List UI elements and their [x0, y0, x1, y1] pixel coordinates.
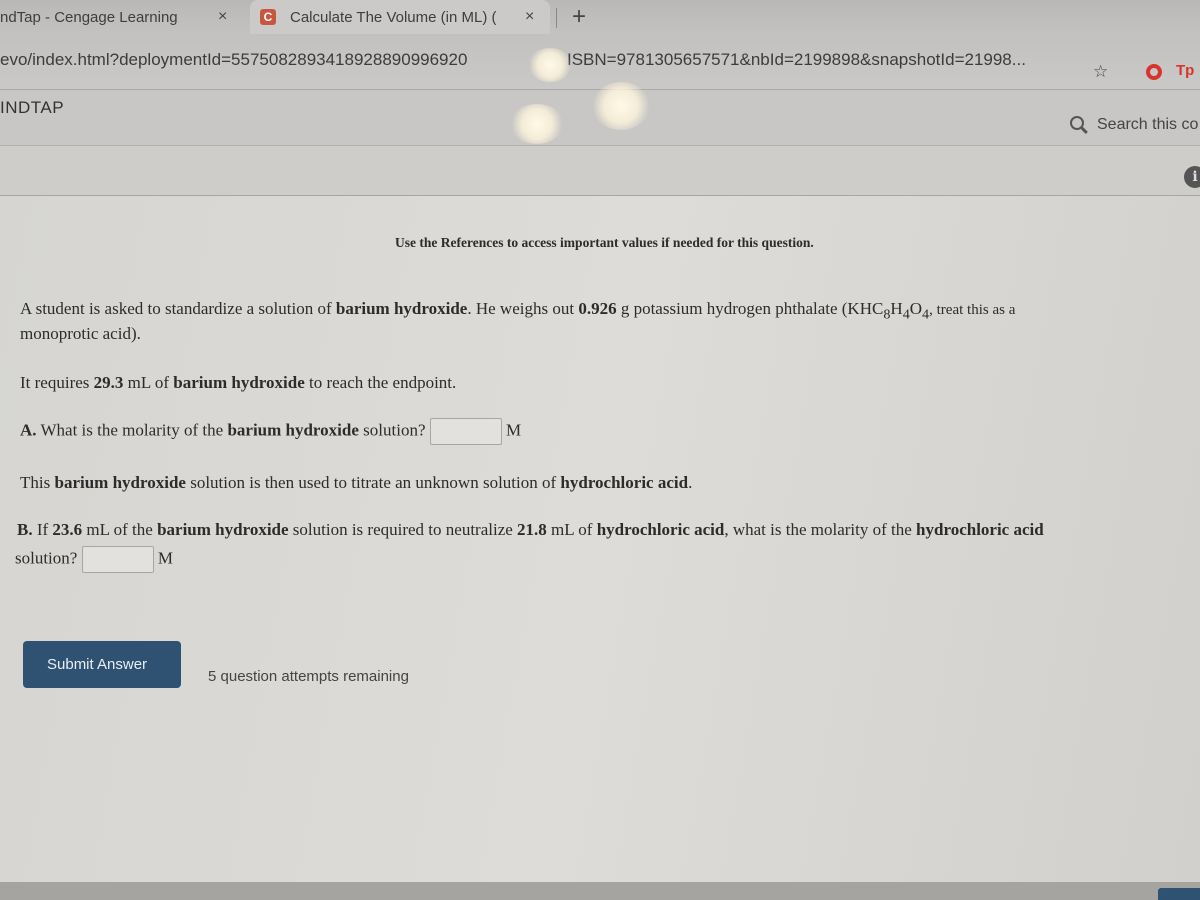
tab-title: ndTap - Cengage Learning: [0, 8, 178, 26]
new-tab-button[interactable]: +: [572, 3, 586, 31]
part-a-unit: M: [506, 420, 522, 440]
text: , treat this as a: [929, 302, 1016, 318]
text: If: [32, 520, 53, 539]
bold-text: barium hydroxide: [173, 373, 305, 392]
part-b-answer-line: solution? M: [15, 546, 173, 573]
part-b-unit: M: [157, 548, 173, 568]
text: g potassium hydrogen phthalate (KHC: [616, 299, 884, 318]
app-subheader: i: [0, 146, 1200, 196]
text: mL of: [123, 373, 174, 392]
bold-text: barium hydroxide: [157, 520, 289, 539]
chegg-favicon-icon: C: [260, 9, 276, 25]
attempts-remaining: 5 question attempts remaining: [208, 668, 409, 685]
question-panel: Use the References to access important v…: [0, 196, 1200, 882]
tab-mindtap[interactable]: ndTap - Cengage Learning ×: [0, 0, 250, 34]
text: O: [909, 299, 923, 318]
bold-text: barium hydroxide: [335, 299, 468, 318]
tab-calculate-volume[interactable]: C Calculate The Volume (in ML) ( ×: [250, 0, 550, 34]
url-text-start: evo/index.html?deploymentId=557508289341…: [0, 50, 468, 69]
search-icon[interactable]: [1070, 116, 1084, 130]
bold-text: 0.926: [578, 299, 617, 318]
text: What is the molarity of the: [36, 420, 228, 440]
text: solution is required to neutralize: [288, 520, 518, 539]
bottom-action-button[interactable]: [1158, 888, 1200, 900]
question-intro-line2: monoprotic acid).: [20, 324, 141, 343]
brand-logo: INDTAP: [0, 98, 65, 117]
text: This: [20, 473, 55, 492]
close-tab-icon[interactable]: ×: [218, 8, 227, 26]
bold-text: barium hydroxide: [54, 473, 186, 492]
url-field[interactable]: evo/index.html?deploymentId=557508289341…: [0, 50, 1026, 70]
question-intro: A student is asked to standardize a solu…: [20, 299, 1015, 323]
part-b-question: B. If 23.6 mL of the barium hydroxide so…: [17, 520, 1044, 540]
references-note: Use the References to access important v…: [395, 235, 814, 250]
text: A student is asked to standardize a solu…: [20, 299, 336, 318]
part-a-question: A. What is the molarity of the barium hy…: [20, 418, 521, 445]
text: , what is the molarity of the: [724, 520, 917, 539]
info-icon[interactable]: i: [1184, 166, 1200, 188]
text: solution?: [15, 548, 78, 568]
url-text-end: ISBN=9781305657571&nbId=2199898&snapshot…: [567, 50, 1026, 69]
screen-glare: [528, 48, 572, 82]
text: It requires: [20, 373, 94, 392]
text: mL of: [546, 520, 597, 539]
tab-title: Calculate The Volume (in ML) (: [290, 8, 497, 26]
endpoint-statement: It requires 29.3 mL of barium hydroxide …: [20, 373, 456, 393]
titration-statement: This barium hydroxide solution is then u…: [20, 473, 692, 493]
bold-text: 21.8: [517, 520, 547, 539]
tab-divider: [556, 8, 557, 28]
part-label: B.: [17, 520, 33, 539]
address-bar[interactable]: evo/index.html?deploymentId=557508289341…: [0, 34, 1200, 90]
close-tab-icon[interactable]: ×: [525, 8, 534, 26]
text: solution?: [358, 420, 426, 440]
part-b-answer-input[interactable]: [81, 546, 154, 573]
subscript: 4: [902, 306, 910, 323]
text: mL of the: [82, 520, 158, 539]
part-a-answer-input[interactable]: [429, 418, 502, 445]
bookmark-star-icon[interactable]: ☆: [1093, 62, 1108, 82]
part-label: A.: [20, 420, 37, 440]
text: solution is then used to titrate an unkn…: [185, 473, 561, 492]
screen-glare: [510, 104, 564, 144]
screen-glare: [592, 82, 650, 130]
bold-text: hydrochloric acid: [916, 520, 1044, 539]
bold-text: hydrochloric acid: [560, 473, 689, 492]
bold-text: hydrochloric acid: [596, 520, 725, 539]
bold-text: 23.6: [52, 520, 83, 539]
text: . He weighs out: [467, 299, 579, 318]
text: H: [890, 299, 903, 318]
bold-text: 29.3: [93, 373, 124, 392]
text: to reach the endpoint.: [304, 373, 457, 392]
browser-tab-strip: ndTap - Cengage Learning × C Calculate T…: [0, 0, 1200, 34]
screen-bezel: [0, 882, 1200, 900]
search-input[interactable]: Search this co: [1097, 116, 1198, 134]
submit-answer-button[interactable]: Submit Answer: [23, 641, 181, 688]
opera-extension-icon[interactable]: [1146, 64, 1162, 80]
text: .: [688, 473, 693, 492]
extension-tp-icon[interactable]: Tp: [1176, 62, 1194, 79]
bold-text: barium hydroxide: [227, 420, 359, 440]
